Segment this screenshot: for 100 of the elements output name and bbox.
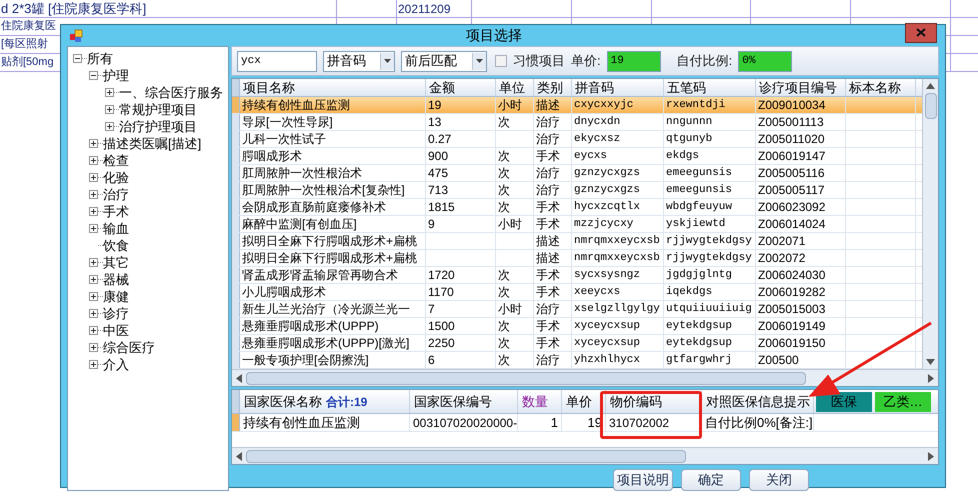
column-header[interactable]: 数量 — [522, 392, 548, 412]
expand-icon[interactable] — [89, 156, 98, 165]
dialog-button[interactable]: 确定 — [681, 469, 741, 491]
column-header[interactable]: 单位 — [496, 79, 534, 96]
column-header[interactable]: 五笔码 — [664, 79, 756, 96]
table-row[interactable]: 新生儿兰光治疗（冷光源兰光一 7 小时 治疗 xselgzllgylgy utquiiuuiiuig Z005015003 — [232, 301, 922, 318]
expand-icon[interactable] — [89, 343, 98, 352]
column-header[interactable]: 单价 — [566, 392, 592, 412]
tree-item[interactable]: 一、综合医疗服务 — [119, 86, 223, 99]
price-field[interactable]: 19 — [606, 50, 661, 72]
table-cell-text: eytekdgsup — [666, 336, 732, 351]
column-header[interactable]: 国家医保编号 — [414, 392, 492, 412]
table-cell-text: nmrqmxxeycxsb — [574, 250, 660, 266]
dialog-button[interactable]: 项目说明 — [613, 469, 673, 491]
collapse-icon[interactable] — [73, 54, 82, 63]
match-mode-dropdown[interactable]: 前后匹配 — [401, 50, 487, 72]
scroll-thumb[interactable] — [246, 372, 806, 384]
tree-item[interactable]: 康健 — [103, 290, 129, 303]
table-row[interactable]: 肾盂成形肾盂输尿管再吻合术 1720 次 手术 sycxsysngz jgdgjglntg Z006024030 — [232, 267, 922, 284]
table-row[interactable]: 儿科一次性试子 0.27 治疗 ekycxsz qtgunyb Z005011020 — [232, 131, 922, 148]
table-cell-text: 治疗 — [536, 165, 560, 182]
expand-icon[interactable] — [89, 173, 98, 182]
column-header[interactable]: 对照医保信息提示 — [706, 392, 810, 412]
expand-icon[interactable] — [89, 224, 98, 233]
tree-item[interactable]: 治疗护理项目 — [119, 120, 197, 133]
tree-item[interactable]: 中医 — [103, 324, 129, 337]
table-row[interactable]: 小儿腭咽成形术 1170 次 手术 xeeycxs iqekdgs Z006019282 — [232, 284, 922, 301]
tree-item[interactable]: 护理 — [103, 69, 129, 82]
column-header[interactable]: 国家医保名称 — [244, 392, 322, 412]
horizontal-scrollbar[interactable] — [232, 447, 938, 464]
tree-item[interactable]: 输血 — [103, 222, 129, 235]
tree-item[interactable]: 手术 — [103, 205, 129, 218]
tree-item[interactable]: 综合医疗 — [103, 341, 155, 354]
tree-item[interactable]: 其它 — [103, 256, 129, 269]
tree-item[interactable]: 所有 — [87, 52, 113, 65]
table-row[interactable]: 持续有创性血压监测 19 小时 描述 cxycxxyjc rxewntdji Z009010034 — [232, 97, 922, 114]
expand-icon[interactable] — [89, 139, 98, 148]
tree-item[interactable]: 检查 — [103, 154, 129, 167]
expand-icon[interactable] — [89, 292, 98, 301]
table-cell-text: 拟明日全麻下行腭咽成形术+扁桃 — [242, 250, 418, 267]
table-cell-text: rjjwygtekdgsy — [666, 250, 752, 266]
expand-icon[interactable] — [89, 326, 98, 335]
tree-item[interactable]: 常规护理项目 — [119, 103, 197, 116]
close-button[interactable] — [905, 22, 937, 42]
scroll-left-icon[interactable] — [236, 452, 242, 460]
column-header[interactable]: 物价编码 — [610, 392, 662, 412]
expand-icon[interactable] — [105, 105, 114, 114]
caret-icon — [476, 59, 483, 63]
column-header[interactable]: 类别 — [534, 79, 572, 96]
column-header[interactable]: 标本名称 — [846, 79, 916, 96]
scroll-right-icon[interactable] — [928, 452, 934, 460]
scroll-right-icon[interactable] — [928, 374, 934, 382]
expand-icon[interactable] — [105, 88, 114, 97]
table-row[interactable]: 拟明日全麻下行腭咽成形术+扁桃 描述 nmrqmxxeycxsb rjjwygtekdgsy Z002071 — [232, 233, 922, 250]
horizontal-scrollbar[interactable] — [232, 369, 938, 386]
expand-icon[interactable] — [89, 207, 98, 216]
expand-icon[interactable] — [89, 275, 98, 284]
table-row[interactable]: 一般专项护理[会阴擦洗] 6 次 治疗 yhzxhlhycx gtfargwhrj Z00500 — [232, 352, 922, 369]
tree-item[interactable]: 诊疗 — [103, 307, 129, 320]
table-row[interactable]: 肛周脓肿一次性根治术 475 次 治疗 gznzycxgzs emeegunsis Z005005116 — [232, 165, 922, 182]
column-header[interactable]: 拼音码 — [572, 79, 664, 96]
tree-item[interactable]: 描述类医嘱[描述] — [103, 137, 202, 150]
table-row[interactable]: 悬雍垂腭咽成形术(UPPP)[激光] 2250 次 手术 xyceycxsup eytekdgsup Z006019150 — [232, 335, 922, 352]
tree-item[interactable]: 饮食 — [103, 239, 129, 252]
table-row[interactable]: 拟明日全麻下行腭咽成形术+扁桃 描述 nmrqmxxeycxsb rjjwygtekdgsy Z002072 — [232, 250, 922, 267]
table-row[interactable]: 肛周脓肿一次性根治术[复杂性] 713 次 治疗 gznzycxgzs emeegunsis Z005005117 — [232, 182, 922, 199]
column-header[interactable]: 诊疗项目编号 — [756, 79, 846, 96]
table-row[interactable]: 悬雍垂腭咽成形术(UPPP) 1500 次 手术 xyceycxsup eytekdgsup Z006019149 — [232, 318, 922, 335]
table-cell-text: 治疗 — [536, 182, 560, 199]
expand-icon[interactable] — [89, 190, 98, 199]
scroll-thumb[interactable] — [246, 450, 686, 462]
vertical-scrollbar[interactable] — [922, 79, 938, 369]
expand-icon[interactable] — [89, 360, 98, 369]
ratio-field[interactable]: 0% — [738, 50, 792, 72]
expand-icon[interactable] — [105, 122, 114, 131]
table-row[interactable]: 导尿[一次性导尿] 13 次 治疗 dnycxdn nngunnn Z005001113 — [232, 114, 922, 131]
dialog-button[interactable]: 关闭 — [749, 469, 809, 491]
tree-item[interactable]: 介入 — [103, 358, 129, 371]
table-cell-text: Z00500 — [758, 352, 799, 369]
tree-item[interactable]: 化验 — [103, 171, 129, 184]
table-row[interactable]: 会阴成形直肠前庭瘘修补术 1815 次 手术 hycxzcqtlx wbdgfeuyuw Z006023092 — [232, 199, 922, 216]
table-row[interactable]: 腭咽成形术 900 次 手术 eycxs ekdgs Z006019147 — [232, 148, 922, 165]
scroll-thumb[interactable] — [924, 93, 936, 119]
scroll-down-icon[interactable] — [926, 359, 935, 365]
column-header[interactable]: 金额 — [426, 79, 496, 96]
table-cell-text: 悬雍垂腭咽成形术(UPPP) — [242, 318, 379, 335]
column-header[interactable]: 项目名称 — [240, 79, 426, 96]
tree-item[interactable]: 器械 — [103, 273, 129, 286]
tree-item[interactable]: 治疗 — [103, 188, 129, 201]
expand-icon[interactable] — [89, 258, 98, 267]
scroll-up-icon[interactable] — [926, 83, 935, 89]
habit-checkbox[interactable] — [495, 55, 507, 67]
search-field[interactable]: ycx — [237, 50, 317, 72]
code-type-dropdown[interactable]: 拼音码 — [323, 50, 395, 72]
scroll-left-icon[interactable] — [236, 374, 242, 382]
table-cell-text: 0.27 — [428, 131, 452, 148]
table-cell-text: 小儿腭咽成形术 — [242, 284, 326, 301]
collapse-icon[interactable] — [89, 71, 98, 80]
table-row[interactable]: 麻醉中监测[有创血压] 9 小时 手术 mzzjcycxy yskjiewtd Z006014024 — [232, 216, 922, 233]
expand-icon[interactable] — [89, 309, 98, 318]
